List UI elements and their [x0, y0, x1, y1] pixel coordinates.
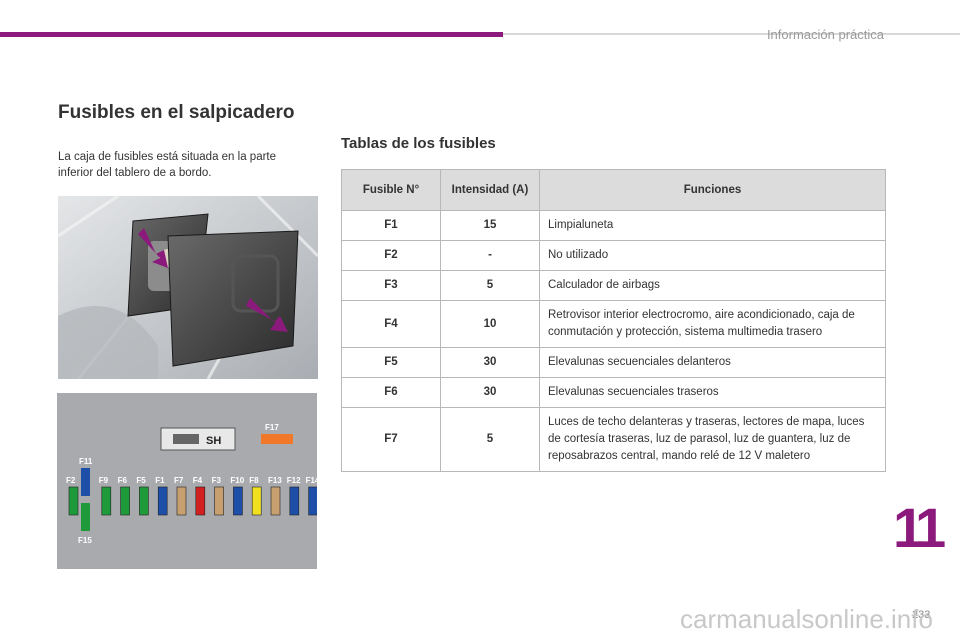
- fuse-label-f17: F17: [265, 423, 279, 432]
- shunt-label: SH: [206, 435, 221, 447]
- cell-function: Calculador de airbags: [539, 270, 886, 301]
- fuse-label: F14: [306, 476, 317, 485]
- fuse-block: [270, 486, 281, 516]
- cell-function: No utilizado: [539, 240, 886, 271]
- fuse-layout-diagram: SH F17 F11 F15 F2 F9 F6 F5 F1 F7 F4 F3 F10 F8 F13 F…: [57, 393, 317, 569]
- fuse-table: Fusible N° Intensidad (A) Funciones F1 15…: [341, 169, 886, 472]
- cell-fuse-number: F7: [341, 407, 441, 472]
- table-row: F4 10 Retrovisor interior electrocromo, ai…: [341, 300, 886, 348]
- table-row: F3 5 Calculador de airbags: [341, 270, 886, 301]
- header-funciones: Funciones: [539, 169, 886, 211]
- fusebox-location-photo: [58, 196, 318, 379]
- cell-amperage: 15: [440, 210, 540, 241]
- cell-amperage: 30: [440, 347, 540, 378]
- table-header-row: Fusible N° Intensidad (A) Funciones: [341, 169, 886, 211]
- cell-fuse-number: F5: [341, 347, 441, 378]
- fuse-block: [68, 486, 79, 516]
- header-rule: [503, 33, 960, 35]
- cell-function: Retrovisor interior electrocromo, aire a…: [539, 300, 886, 348]
- fuse-f17: [261, 434, 293, 444]
- fuse-label: F10: [230, 476, 244, 485]
- table-row: F6 30 Elevalunas secuenciales traseros: [341, 377, 886, 408]
- table-row: F5 30 Elevalunas secuenciales delanteros: [341, 347, 886, 378]
- cell-fuse-number: F3: [341, 270, 441, 301]
- fuse-block: [214, 486, 224, 516]
- fuse-block: [176, 486, 187, 516]
- fuse-label: F4: [193, 476, 203, 485]
- cell-fuse-number: F6: [341, 377, 441, 408]
- fuse-block: [157, 486, 168, 516]
- fuse-block: [308, 486, 317, 516]
- fuse-block: [120, 486, 130, 516]
- cell-fuse-number: F4: [341, 300, 441, 348]
- cell-fuse-number: F1: [341, 210, 441, 241]
- cell-function: Luces de techo delanteras y traseras, le…: [539, 407, 886, 472]
- fuse-label: F8: [249, 476, 259, 485]
- fuse-label: F9: [99, 476, 109, 485]
- fuse-block: [233, 486, 243, 516]
- intro-text: La caja de fusibles está situada en la p…: [58, 151, 277, 179]
- dashboard-illustration: [58, 196, 318, 379]
- cell-amperage: -: [440, 240, 540, 271]
- cell-fuse-number: F2: [341, 240, 441, 271]
- shunt-block: [173, 434, 199, 444]
- fuse-block: [289, 486, 300, 516]
- fuse-label: F2: [66, 476, 76, 485]
- fuse-label-f11: F11: [79, 457, 93, 466]
- fuse-block: [195, 486, 206, 516]
- header-fusible: Fusible N°: [341, 169, 441, 211]
- page-title: Fusibles en el salpicadero: [58, 102, 295, 123]
- fuse-block: [251, 486, 262, 516]
- fuse-label: F1: [155, 476, 165, 485]
- cell-function: Elevalunas secuenciales delanteros: [539, 347, 886, 378]
- table-row: F1 15 Limpialuneta: [341, 210, 886, 241]
- fuse-label: F7: [174, 476, 184, 485]
- table-row: F7 5 Luces de techo delanteras y traseras,…: [341, 407, 886, 472]
- header-intensidad: Intensidad (A): [440, 169, 540, 211]
- fuse-label-f15: F15: [78, 536, 92, 545]
- cell-function: Elevalunas secuenciales traseros: [539, 377, 886, 408]
- fuse-label: F12: [287, 476, 301, 485]
- fuse-label: F6: [118, 476, 128, 485]
- fuse-label: F5: [136, 476, 146, 485]
- fuse-block: [101, 486, 112, 516]
- fusebox-diagram: SH F17 F11 F15 F2 F9 F6 F5 F1 F7 F4 F3 F10 F8 F13 F…: [57, 393, 317, 569]
- section-label: Información práctica: [766, 27, 884, 42]
- fuse-f11: [81, 468, 90, 496]
- watermark: carmanualsonline.info: [680, 604, 933, 634]
- cell-amperage: 30: [440, 377, 540, 408]
- cell-amperage: 5: [440, 407, 540, 472]
- cell-function: Limpialuneta: [539, 210, 886, 241]
- fuse-label: F13: [268, 476, 282, 485]
- fuse-block: [139, 486, 149, 516]
- fuse-label: F3: [212, 476, 222, 485]
- cell-amperage: 10: [440, 300, 540, 348]
- header-accent-bar: [0, 32, 503, 37]
- table-title: Tablas de los fusibles: [341, 135, 496, 152]
- cell-amperage: 5: [440, 270, 540, 301]
- chapter-number: 11: [893, 496, 946, 559]
- table-row: F2- No utilizado: [341, 240, 886, 271]
- fuse-f15: [81, 503, 90, 531]
- fuse-table-body: F1 15 Limpialuneta F2- No utilizado F3 5 Calcul…: [341, 210, 886, 472]
